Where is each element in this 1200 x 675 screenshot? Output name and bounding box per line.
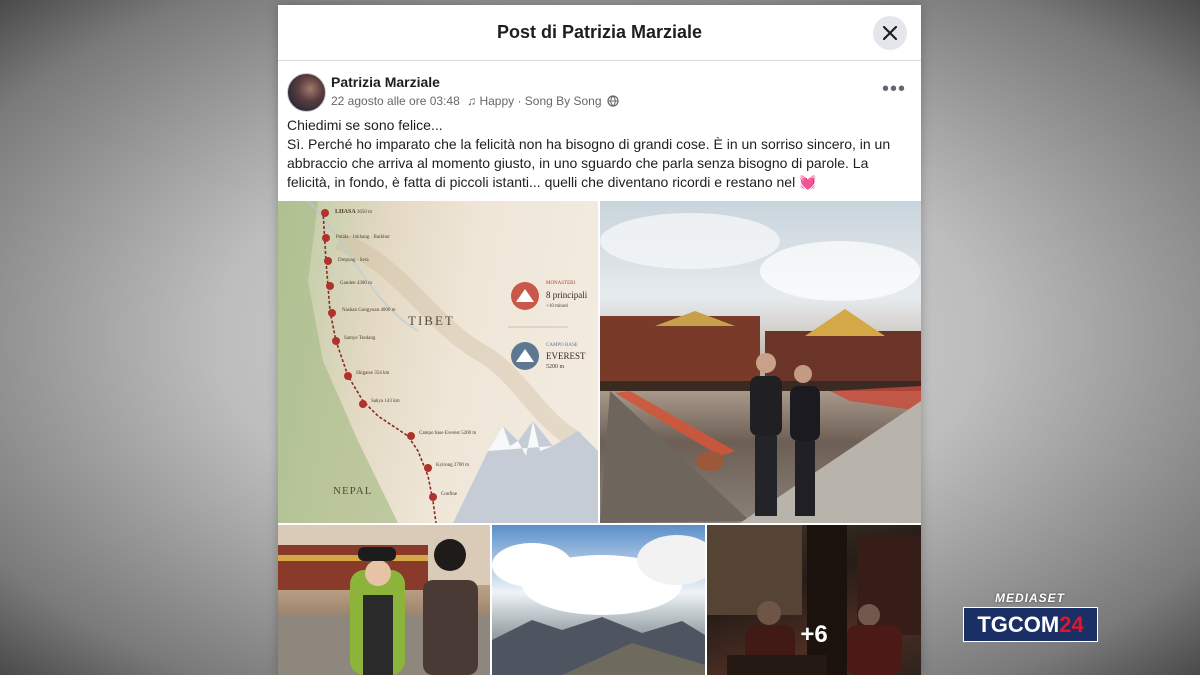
tgcom24-logo: MEDIASET TGCOM24	[963, 591, 1098, 642]
monasteri-sub: +10 minori	[546, 304, 569, 309]
map-stop-2: Potala · Jokhang · Barkhor	[336, 235, 390, 240]
post-text-body: Sì. Perché ho imparato che la felicità n…	[287, 135, 907, 192]
campo-alt: 5200 m	[546, 364, 565, 370]
street-scene	[278, 525, 490, 675]
map-stop-7: Shigatse 354 km	[356, 371, 390, 376]
channel-number: 24	[1059, 612, 1084, 637]
photo-monks[interactable]: +6	[707, 525, 921, 675]
more-photos-count: +6	[800, 621, 828, 648]
post-meta: 22 agosto alle ore 03:48 ♫ Happy · Song …	[331, 93, 619, 108]
channel-logo: TGCOM24	[963, 607, 1098, 642]
photo-street[interactable]	[278, 525, 490, 675]
map-stop-8: Sakya 143 km	[371, 399, 400, 404]
channel-prefix: TGCOM	[977, 612, 1060, 637]
monasteri-title: MONASTERI	[546, 281, 576, 286]
photo-mountains[interactable]	[492, 525, 705, 675]
post-modal: Post di Patrizia Marziale Patrizia Marzi…	[278, 5, 921, 675]
globe-icon	[607, 95, 619, 107]
map-label-tibet: TIBET	[408, 313, 455, 328]
modal-title: Post di Patrizia Marziale	[496, 22, 703, 42]
more-photos-overlay[interactable]: +6	[707, 525, 921, 675]
heart-emoji: 💓	[799, 174, 817, 190]
avatar[interactable]	[287, 73, 326, 112]
map-stop-5: Nashan Gongyuan 4000 m	[342, 308, 396, 313]
close-icon	[883, 26, 897, 40]
map-stop-11: Confine	[441, 492, 458, 497]
map-label-nepal: NEPAL	[333, 485, 373, 497]
music-icon: ♫	[467, 93, 477, 108]
post-author-row: Patrizia Marziale 22 agosto alle ore 03:…	[287, 73, 907, 113]
mountain-scene	[492, 535, 705, 675]
music-label[interactable]: Happy · Song By Song	[479, 94, 601, 108]
monasteri-count: 8 principali	[546, 290, 588, 300]
photo-temple-rooftop[interactable]	[600, 201, 921, 523]
campo-name: EVEREST	[546, 351, 586, 361]
more-options-button[interactable]: •••	[882, 79, 906, 99]
post-text-line1: Chiedimi se sono felice...	[287, 117, 443, 133]
mediaset-label: MEDIASET	[995, 591, 1066, 605]
close-button[interactable]	[873, 16, 907, 50]
post-text: Chiedimi se sono felice... Sì. Perché ho…	[287, 116, 907, 192]
author-name[interactable]: Patrizia Marziale	[331, 74, 440, 90]
post-date[interactable]: 22 agosto alle ore 03:48	[331, 94, 460, 108]
map-stop-6: Samye Tsedang	[344, 336, 376, 341]
map-stop-10: Kyirong 2700 m	[436, 463, 470, 468]
campo-title: CAMPO BASE	[546, 343, 578, 348]
photo-map[interactable]: TIBET NEPAL LHASA 3650 m Potala · Jokhan…	[278, 201, 598, 523]
temple-scene	[600, 213, 921, 523]
map-stop-9: Campo base Everest 5200 m	[419, 431, 477, 436]
map-stop-1: LHASA 3650 m	[335, 209, 373, 215]
map-stop-3: Drepung · Sera	[338, 258, 369, 263]
modal-header: Post di Patrizia Marziale	[278, 5, 921, 61]
map-illustration	[278, 201, 598, 523]
map-stop-4: Ganden 4300 m	[340, 281, 372, 286]
